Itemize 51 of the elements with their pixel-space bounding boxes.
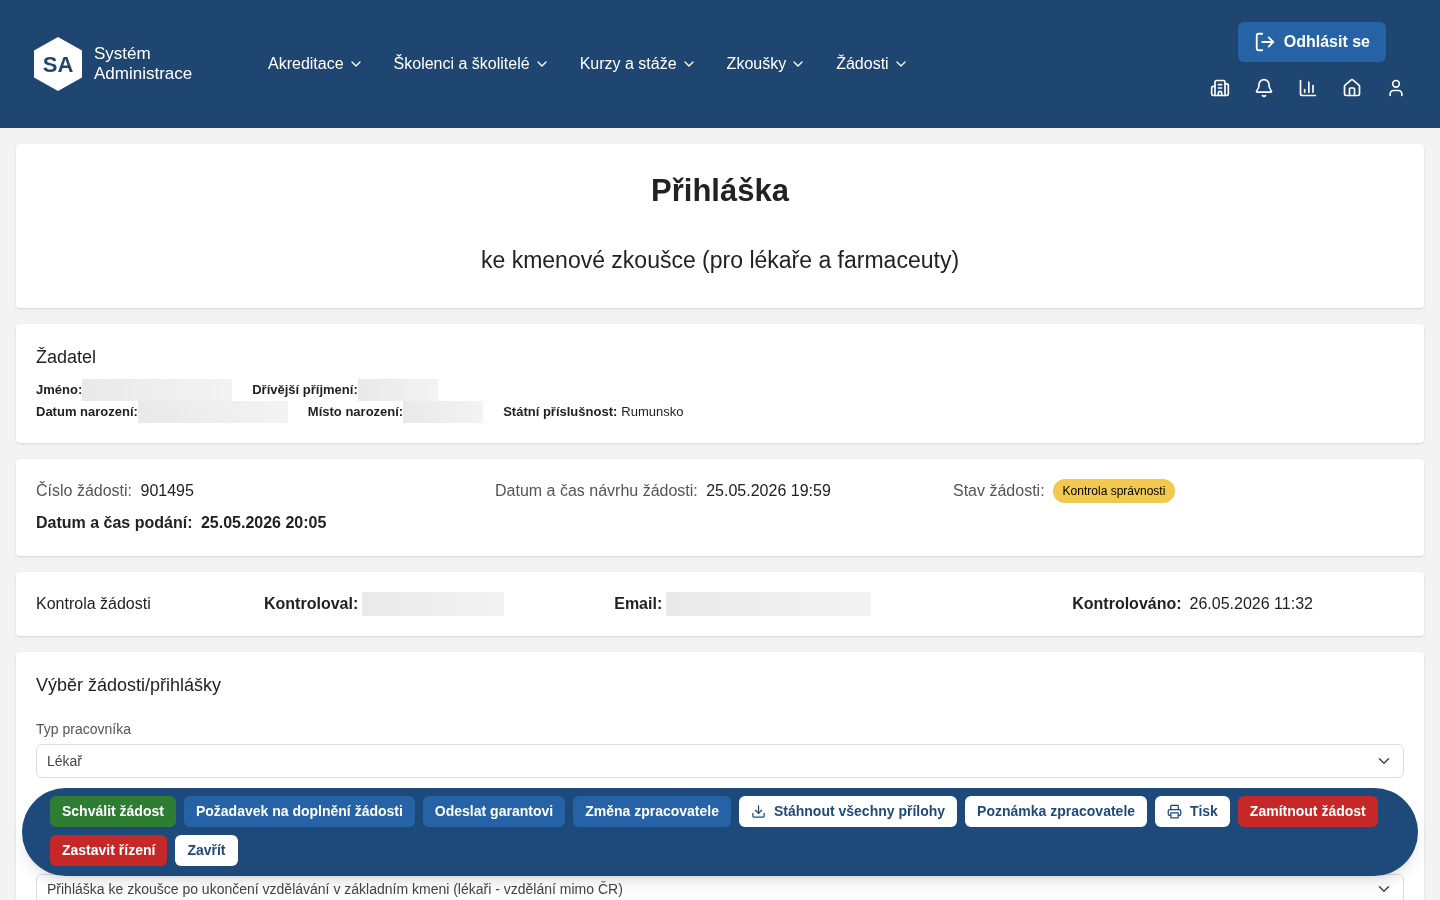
field-value: 26.05.2026 11:32: [1189, 594, 1313, 614]
field-value: 25.05.2026 20:05: [200, 514, 327, 531]
field-label: Státní příslušnost:: [503, 403, 618, 422]
section-heading: Výběr žádosti/přihlášky: [36, 674, 223, 697]
download-icon: [750, 804, 766, 819]
action-button[interactable]: Změna zpracovatele: [573, 796, 731, 827]
action-button[interactable]: Tisk: [1155, 796, 1230, 827]
nav-menu-item[interactable]: Kurzy a stáže: [579, 52, 697, 76]
nav-menu-item[interactable]: Zkoušky: [726, 52, 807, 76]
bar-chart-icon[interactable]: [1298, 78, 1318, 98]
action-button[interactable]: Požadavek na doplnění žádosti: [183, 796, 415, 827]
action-button[interactable]: Poznámka zpracovatele: [965, 796, 1148, 827]
field-label: Číslo žádosti:: [36, 482, 133, 499]
field-label: Jméno:: [36, 381, 83, 400]
printer-icon: [1167, 804, 1183, 819]
section-title: Kontrola žádosti: [36, 594, 152, 614]
bell-icon[interactable]: [1254, 78, 1274, 98]
action-button[interactable]: Odeslat garantovi: [422, 796, 566, 827]
field-label: Stav žádosti:: [953, 481, 1045, 501]
action-button[interactable]: Zamítnout žádost: [1237, 796, 1378, 827]
logo-text: Systém: [94, 44, 152, 64]
field-label: Místo narození:: [307, 403, 404, 422]
action-button[interactable]: Zastavit řízení: [50, 835, 168, 866]
logo-text: Administrace: [94, 64, 193, 84]
field-label: Typ pracovníka: [36, 720, 132, 739]
field-label: Datum a čas návrhu žádosti:: [495, 482, 698, 499]
status-badge: Kontrola správnosti: [1052, 479, 1176, 503]
nav-menu-item[interactable]: Školenci a školitelé: [393, 52, 550, 76]
page-subtitle: ke kmenové zkoušce (pro lékaře a farmaceuty): [480, 245, 960, 275]
page-title: Přihláška: [651, 172, 789, 210]
worker-type-select[interactable]: Lékař: [36, 744, 1404, 778]
field-label: Datum narození:: [36, 403, 138, 422]
field-label: Kontroloval:: [264, 594, 359, 614]
field-label: Email:: [614, 594, 663, 614]
field-label: Datum a čas podání:: [36, 514, 193, 531]
field-value: Rumunsko: [621, 403, 684, 422]
building-icon[interactable]: [1210, 78, 1230, 98]
user-icon[interactable]: [1386, 78, 1406, 98]
nav-menu-item[interactable]: Akreditace: [268, 52, 364, 76]
field-label: Kontrolováno:: [1072, 594, 1182, 614]
logout-button[interactable]: Odhlásit se: [1237, 22, 1386, 62]
field-label: Dřívější příjmení:: [252, 381, 358, 400]
home-icon[interactable]: [1342, 78, 1362, 98]
nav-menu-item[interactable]: Žádosti: [836, 52, 909, 76]
field-value: 901495: [140, 482, 194, 499]
action-button[interactable]: Zavřít: [175, 835, 238, 866]
logout-icon: [1253, 31, 1276, 53]
action-button[interactable]: Stáhnout všechny přílohy: [738, 796, 958, 827]
action-button[interactable]: Schválit žádost: [50, 796, 176, 827]
section-heading: Žadatel: [36, 346, 98, 369]
field-value: 25.05.2026 19:59: [706, 482, 831, 499]
